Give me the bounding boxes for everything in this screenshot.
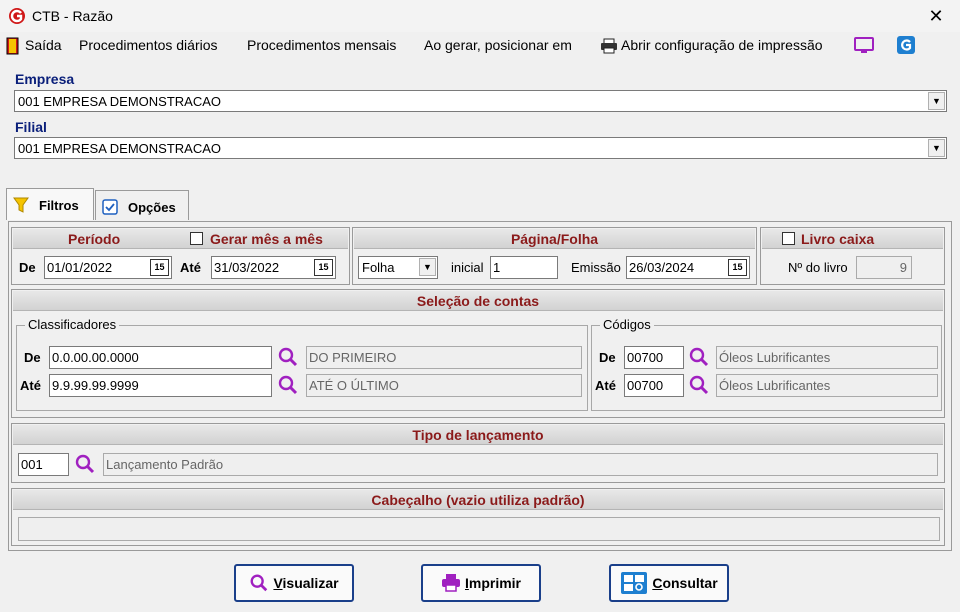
- periodo-ate-label: Até: [180, 260, 201, 275]
- classificadores-legend: Classificadores: [25, 317, 120, 332]
- class-de-desc: DO PRIMEIRO: [306, 346, 582, 369]
- periodo-group: Período Gerar mês a mês De 01/01/2022 15…: [11, 227, 350, 285]
- tipo-lancamento-code[interactable]: 001: [18, 453, 69, 476]
- menu-bar: Saída Procedimentos diários Procedimento…: [0, 32, 960, 60]
- pagina-inicial-label: inicial: [451, 260, 484, 275]
- periodo-header: Período Gerar mês a mês: [13, 229, 348, 249]
- imprimir-label: Imprimir: [464, 575, 521, 591]
- cabecalho-header: Cabeçalho (vazio utiliza padrão): [13, 490, 943, 510]
- empresa-value: 001 EMPRESA DEMONSTRACAO: [18, 94, 221, 109]
- class-ate-label: Até: [20, 378, 41, 393]
- chevron-down-icon[interactable]: ▼: [928, 92, 945, 110]
- pagina-folha-group: Página/Folha Folha ▼ inicial 1 Emissão 2…: [352, 227, 757, 285]
- app-logo-icon: [9, 8, 25, 24]
- pagina-tipo-select[interactable]: Folha ▼: [358, 256, 438, 279]
- gerar-mes-checkbox[interactable]: [190, 232, 203, 245]
- checkbox-checked-icon: [102, 199, 118, 215]
- title-bar: CTB - Razão ✕: [0, 0, 960, 32]
- selecao-contas-header: Seleção de contas: [13, 291, 943, 311]
- pagina-tipo-value: Folha: [362, 260, 395, 275]
- cod-de-input[interactable]: 00700: [624, 346, 684, 369]
- cabecalho-group: Cabeçalho (vazio utiliza padrão): [11, 488, 945, 546]
- consult-grid-icon: [621, 572, 648, 594]
- menu-procedimentos-diarios[interactable]: Procedimentos diários: [79, 37, 218, 53]
- consultar-button[interactable]: Consultar: [609, 564, 729, 602]
- search-icon[interactable]: [74, 453, 96, 475]
- class-de-label: De: [24, 350, 41, 365]
- periodo-ate-value: 31/03/2022: [214, 260, 280, 275]
- search-icon[interactable]: [277, 346, 299, 368]
- imprimir-button[interactable]: Imprimir: [421, 564, 541, 602]
- brand-g-icon[interactable]: [896, 35, 916, 55]
- empresa-label: Empresa: [15, 71, 75, 87]
- cod-de-desc: Óleos Lubrificantes: [716, 346, 938, 369]
- visualizar-label: Visualizar: [273, 575, 339, 591]
- tab-filtros[interactable]: Filtros: [6, 188, 94, 220]
- search-icon[interactable]: [688, 346, 710, 368]
- cabecalho-input[interactable]: [18, 517, 940, 541]
- livro-caixa-header: Livro caixa: [762, 229, 943, 249]
- window-title: CTB - Razão: [32, 8, 113, 24]
- search-icon[interactable]: [277, 374, 299, 396]
- chevron-down-icon[interactable]: ▼: [419, 258, 436, 276]
- codigos-legend: Códigos: [600, 317, 654, 332]
- tab-opcoes[interactable]: Opções: [95, 190, 189, 220]
- menu-procedimentos-mensais[interactable]: Procedimentos mensais: [247, 37, 396, 53]
- menu-abrir-config-impressao[interactable]: Abrir configuração de impressão: [621, 37, 823, 53]
- codigos-fieldset: Códigos De 00700 Óleos Lubrificantes Até…: [591, 317, 942, 411]
- cod-ate-desc: Óleos Lubrificantes: [716, 374, 938, 397]
- filter-funnel-icon: [13, 197, 29, 213]
- class-de-input[interactable]: 0.0.00.00.0000: [49, 346, 272, 369]
- filial-value: 001 EMPRESA DEMONSTRACAO: [18, 141, 221, 156]
- pagina-inicial-input[interactable]: 1: [490, 256, 558, 279]
- close-button[interactable]: ✕: [926, 6, 946, 26]
- livro-caixa-checkbox[interactable]: [782, 232, 795, 245]
- livro-caixa-group: Livro caixa Nº do livro 9: [760, 227, 945, 285]
- printer-icon: [441, 574, 460, 592]
- filial-label: Filial: [15, 119, 47, 135]
- periodo-title: Período: [68, 231, 121, 247]
- periodo-de-input[interactable]: 01/01/2022 15: [44, 256, 172, 279]
- exit-door-icon: [6, 37, 19, 55]
- class-ate-desc: ATÉ O ÚLTIMO: [306, 374, 582, 397]
- livro-caixa-title: Livro caixa: [801, 231, 875, 247]
- cod-ate-input[interactable]: 00700: [624, 374, 684, 397]
- tipo-lancamento-desc: Lançamento Padrão: [103, 453, 938, 476]
- num-livro-input[interactable]: 9: [856, 256, 912, 279]
- menu-saida[interactable]: Saída: [25, 37, 62, 53]
- visualizar-button[interactable]: Visualizar: [234, 564, 354, 602]
- selecao-contas-group: Seleção de contas Classificadores De 0.0…: [11, 289, 945, 418]
- tipo-lancamento-header: Tipo de lançamento: [13, 425, 943, 445]
- empresa-select[interactable]: 001 EMPRESA DEMONSTRACAO ▼: [14, 90, 947, 112]
- calendar-icon[interactable]: 15: [314, 259, 333, 276]
- periodo-de-value: 01/01/2022: [47, 260, 113, 275]
- pagina-folha-header: Página/Folha: [354, 229, 755, 249]
- classificadores-fieldset: Classificadores De 0.0.00.00.0000 DO PRI…: [16, 317, 588, 411]
- periodo-de-label: De: [19, 260, 36, 275]
- printer-icon: [601, 38, 617, 54]
- chevron-down-icon[interactable]: ▼: [928, 139, 945, 157]
- emissao-label: Emissão: [571, 260, 621, 275]
- cod-ate-label: Até: [595, 378, 616, 393]
- consultar-label: Consultar: [652, 575, 718, 591]
- cod-de-label: De: [599, 350, 616, 365]
- tab-filtros-label: Filtros: [39, 198, 79, 213]
- periodo-ate-input[interactable]: 31/03/2022 15: [211, 256, 336, 279]
- class-ate-input[interactable]: 9.9.99.99.9999: [49, 374, 272, 397]
- tab-opcoes-label: Opções: [128, 200, 176, 215]
- monitor-icon[interactable]: [853, 36, 875, 56]
- num-livro-label: Nº do livro: [788, 260, 848, 275]
- filial-select[interactable]: 001 EMPRESA DEMONSTRACAO ▼: [14, 137, 947, 159]
- calendar-icon[interactable]: 15: [150, 259, 169, 276]
- search-icon[interactable]: [688, 374, 710, 396]
- menu-ao-gerar[interactable]: Ao gerar, posicionar em: [424, 37, 572, 53]
- emissao-input[interactable]: 26/03/2024 15: [626, 256, 750, 279]
- emissao-value: 26/03/2024: [629, 260, 695, 275]
- calendar-icon[interactable]: 15: [728, 259, 747, 276]
- gerar-mes-label: Gerar mês a mês: [210, 231, 323, 247]
- tipo-lancamento-group: Tipo de lançamento 001 Lançamento Padrão: [11, 423, 945, 483]
- search-icon: [250, 574, 268, 592]
